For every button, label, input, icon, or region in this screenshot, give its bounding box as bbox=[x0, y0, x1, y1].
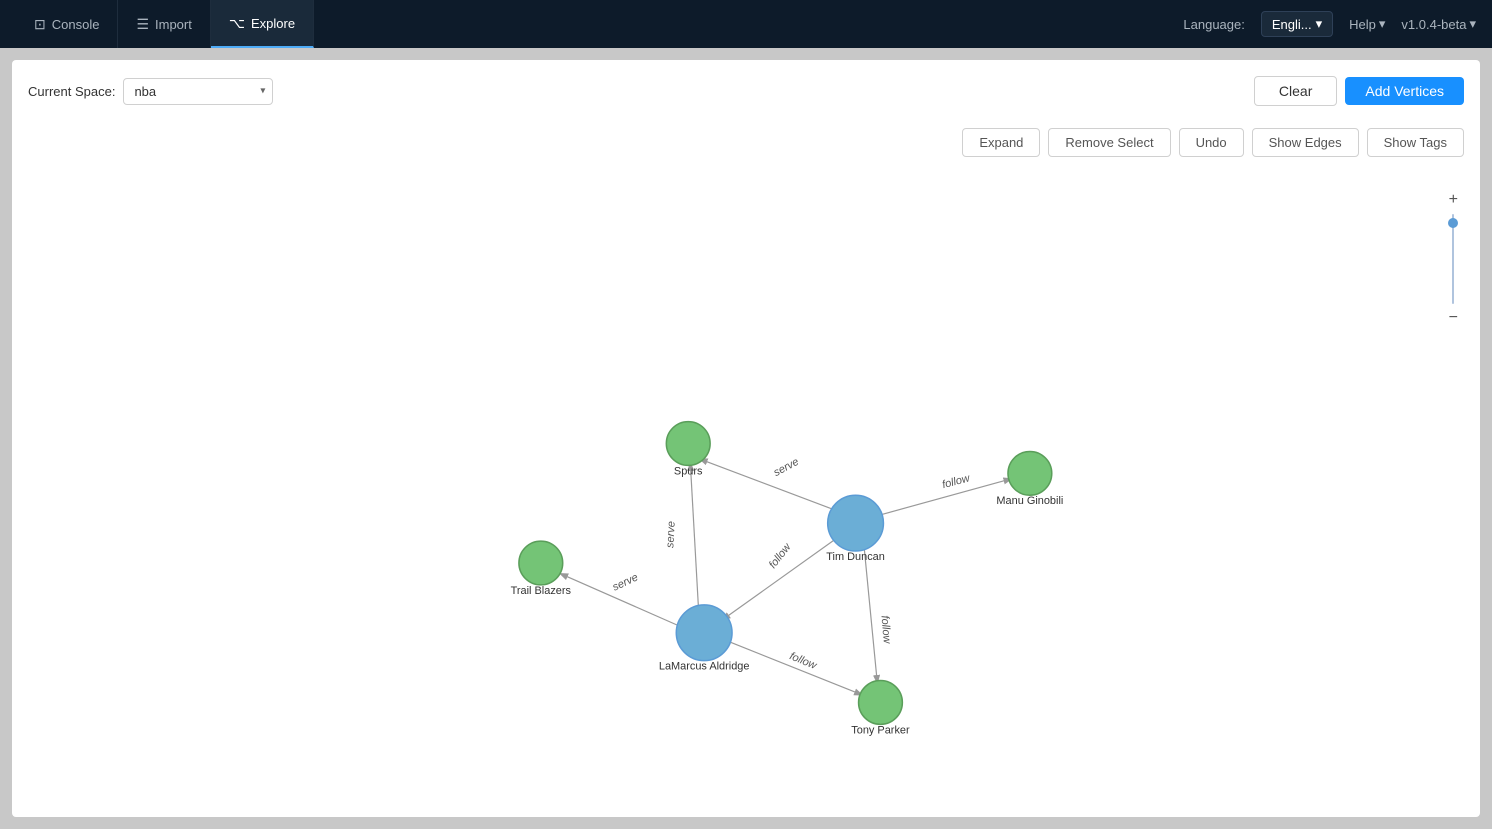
edge-lamarcus-spurs bbox=[690, 461, 699, 620]
graph-visualization: serve serve serve follow follow follow f… bbox=[12, 60, 1480, 817]
toolbar-second: Expand Remove Select Undo Show Edges Sho… bbox=[962, 128, 1464, 157]
help-button[interactable]: Help ▾ bbox=[1349, 16, 1385, 32]
edge-label-follow-3: follow bbox=[878, 615, 892, 645]
edge-label-serve-3: serve bbox=[611, 571, 640, 593]
expand-button[interactable]: Expand bbox=[962, 128, 1040, 157]
explore-label: Explore bbox=[251, 16, 295, 31]
node-tim-duncan[interactable] bbox=[828, 495, 884, 551]
current-space-label: Current Space: bbox=[28, 84, 115, 99]
label-tim-duncan: Tim Duncan bbox=[826, 551, 885, 563]
node-tony-parker[interactable] bbox=[859, 681, 903, 725]
help-chevron-icon: ▾ bbox=[1379, 16, 1386, 32]
node-trail-blazers[interactable] bbox=[519, 541, 563, 585]
label-trail-blazers: Trail Blazers bbox=[511, 585, 572, 597]
top-navigation: ⊡ Console ☰ Import ⌥ Explore Language: E… bbox=[0, 0, 1492, 48]
zoom-out-button[interactable]: − bbox=[1447, 308, 1460, 328]
remove-select-button[interactable]: Remove Select bbox=[1048, 128, 1170, 157]
node-spurs[interactable] bbox=[666, 422, 710, 466]
add-vertices-button[interactable]: Add Vertices bbox=[1345, 77, 1464, 105]
edge-label-follow-4: follow bbox=[788, 650, 819, 672]
tab-explore[interactable]: ⌥ Explore bbox=[211, 0, 314, 48]
language-value: Engli... bbox=[1272, 17, 1312, 32]
graph-canvas: Current Space: nba ▾ Clear Add Vertices … bbox=[12, 60, 1480, 817]
clear-button[interactable]: Clear bbox=[1254, 76, 1337, 106]
zoom-controls: + − bbox=[1447, 190, 1460, 328]
version-label: v1.0.4-beta bbox=[1401, 17, 1466, 32]
main-wrapper: Current Space: nba ▾ Clear Add Vertices … bbox=[0, 48, 1492, 829]
console-icon: ⊡ bbox=[34, 16, 46, 33]
label-spurs: Spurs bbox=[674, 465, 703, 477]
zoom-in-button[interactable]: + bbox=[1447, 190, 1460, 210]
toolbar-top: Current Space: nba ▾ Clear Add Vertices bbox=[28, 76, 1464, 106]
undo-button[interactable]: Undo bbox=[1179, 128, 1244, 157]
node-manu-ginobili[interactable] bbox=[1008, 451, 1052, 495]
label-tony-parker: Tony Parker bbox=[851, 724, 910, 736]
show-tags-button[interactable]: Show Tags bbox=[1367, 128, 1464, 157]
version-chevron-icon: ▾ bbox=[1469, 16, 1476, 32]
edge-label-follow-2: follow bbox=[767, 541, 794, 571]
language-dropdown[interactable]: Engli... ▾ bbox=[1261, 11, 1333, 37]
tab-console[interactable]: ⊡ Console bbox=[16, 0, 118, 48]
zoom-thumb bbox=[1448, 218, 1458, 228]
space-select[interactable]: nba bbox=[123, 78, 273, 105]
node-lamarcus-aldridge[interactable] bbox=[676, 605, 732, 661]
edge-label-follow-1: follow bbox=[941, 472, 972, 491]
import-label: Import bbox=[155, 17, 192, 32]
edge-label-serve-2: serve bbox=[664, 521, 677, 548]
label-manu-ginobili: Manu Ginobili bbox=[996, 495, 1063, 507]
zoom-track[interactable] bbox=[1452, 214, 1454, 304]
language-label: Language: bbox=[1183, 17, 1244, 32]
label-lamarcus-aldridge: LaMarcus Aldridge bbox=[659, 661, 750, 673]
show-edges-button[interactable]: Show Edges bbox=[1252, 128, 1359, 157]
edge-label-serve-1: serve bbox=[772, 456, 801, 479]
console-label: Console bbox=[52, 17, 100, 32]
toolbar-right: Clear Add Vertices bbox=[1254, 76, 1464, 106]
tab-import[interactable]: ☰ Import bbox=[118, 0, 210, 48]
nav-right-section: Language: Engli... ▾ Help ▾ v1.0.4-beta … bbox=[1183, 11, 1476, 37]
help-label: Help bbox=[1349, 17, 1376, 32]
chevron-down-icon: ▾ bbox=[1316, 16, 1323, 32]
space-select-wrapper: nba ▾ bbox=[123, 78, 273, 105]
import-icon: ☰ bbox=[136, 16, 149, 33]
explore-icon: ⌥ bbox=[229, 15, 245, 32]
version-button[interactable]: v1.0.4-beta ▾ bbox=[1401, 16, 1476, 32]
